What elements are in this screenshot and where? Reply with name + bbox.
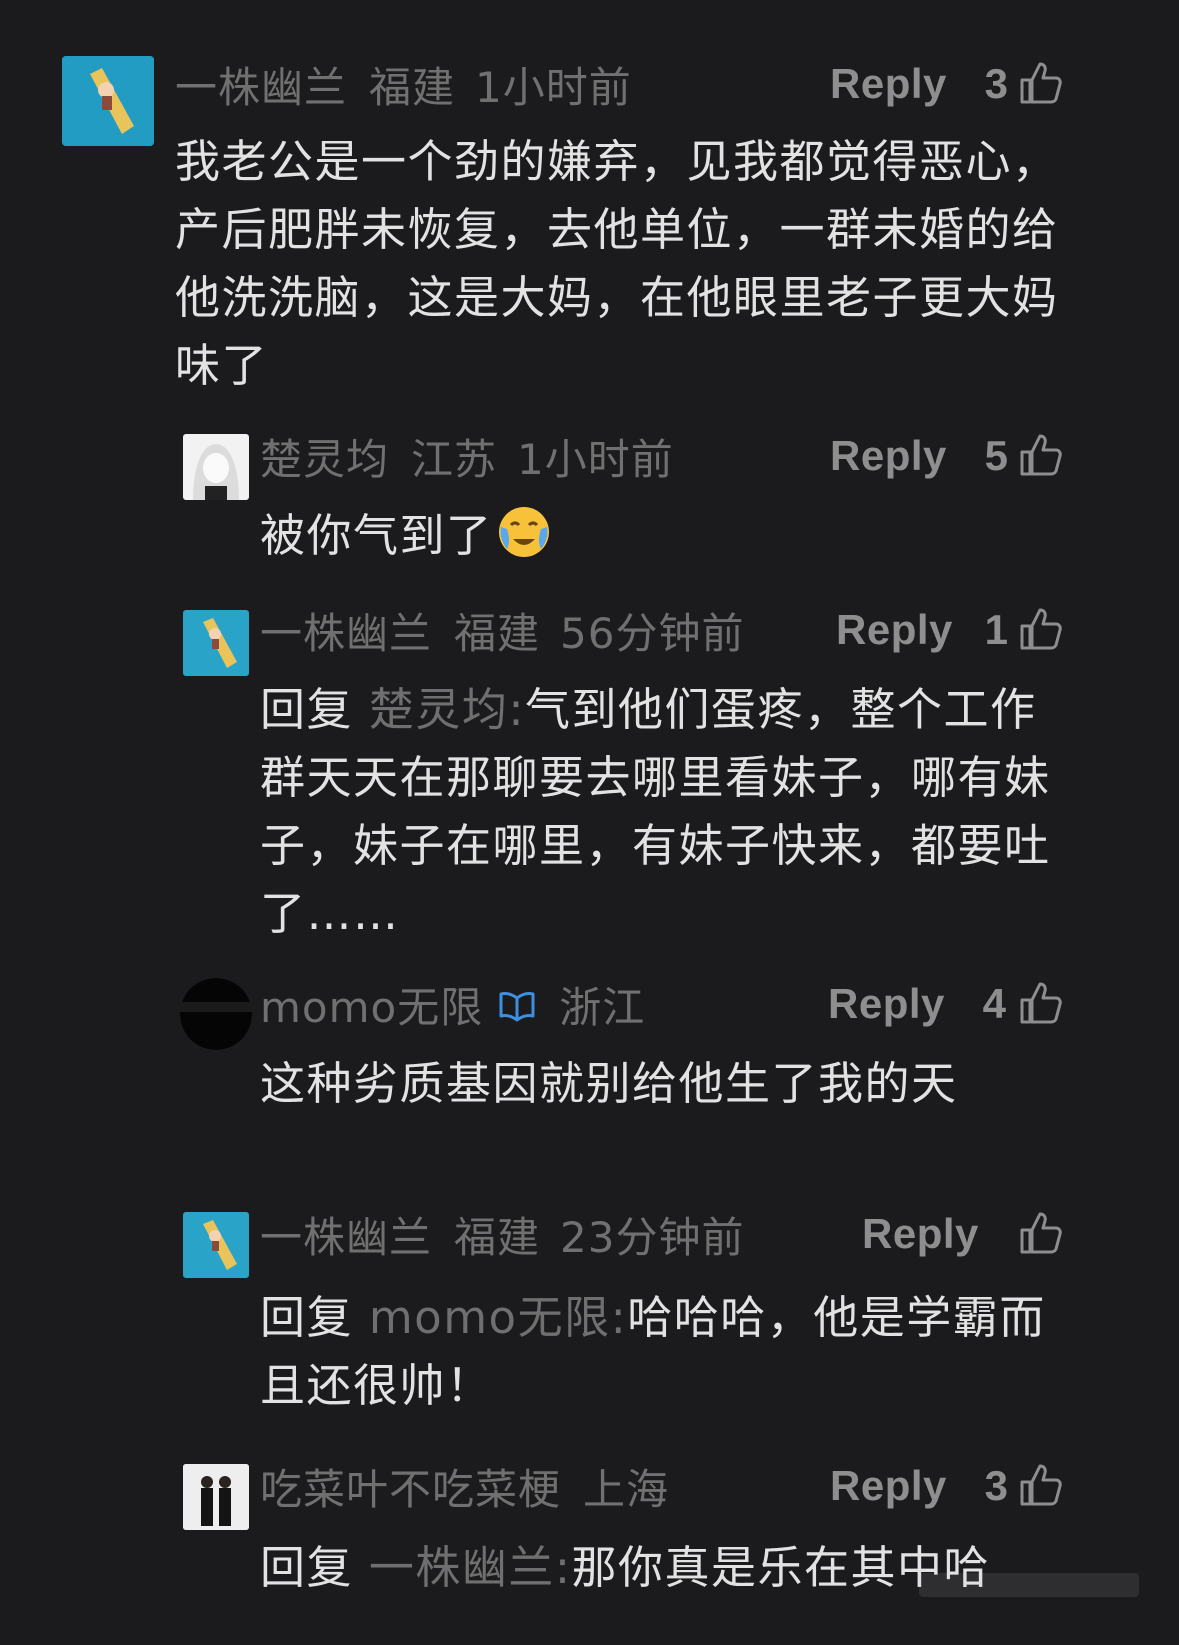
reply-button[interactable]: Reply bbox=[830, 428, 947, 484]
reply-button[interactable]: Reply bbox=[862, 1206, 979, 1262]
photo-avatar-icon bbox=[183, 1464, 249, 1530]
comment-body: 被你气到了 bbox=[260, 502, 1080, 570]
crying-face-emoji-icon bbox=[498, 507, 549, 557]
comment-meta: 一株幽兰 福建 1小时前 bbox=[175, 56, 632, 112]
avatar[interactable] bbox=[62, 56, 154, 146]
reply-button[interactable]: Reply bbox=[828, 976, 945, 1032]
reply-button[interactable]: Reply bbox=[830, 1458, 947, 1514]
reply-prefix: 回复 bbox=[260, 683, 354, 736]
black-circle-avatar-icon bbox=[180, 978, 252, 1050]
mention-link[interactable]: 楚灵均: bbox=[369, 683, 525, 736]
thumbs-up-icon[interactable] bbox=[1018, 980, 1064, 1026]
avatar[interactable] bbox=[183, 1212, 249, 1278]
like-count: 4 bbox=[982, 980, 1006, 1027]
reply-prefix: 回复 bbox=[260, 1541, 354, 1594]
username[interactable]: 吃菜叶不吃菜梗 bbox=[260, 1456, 561, 1517]
comment-line: 味了 bbox=[175, 339, 269, 392]
comment-line: 他洗洗脑，这是大妈，在他眼里老子更大妈 bbox=[175, 271, 1059, 324]
comment-line: 群天天在那聊要去哪里看妹子，哪有妹 bbox=[260, 751, 1051, 804]
comment-line: 回复 momo无限:哈哈哈，他是学霸而 bbox=[260, 1284, 1080, 1352]
comment-text: 哈哈哈，他是学霸而 bbox=[627, 1291, 1046, 1344]
like-count: 3 bbox=[984, 60, 1008, 107]
comment-line: 回复 楚灵均:气到他们蛋疼，整个工作 bbox=[260, 676, 1080, 744]
like-count: 3 bbox=[984, 1462, 1008, 1509]
timestamp: 56分钟前 bbox=[560, 608, 745, 658]
avatar[interactable] bbox=[183, 610, 249, 676]
comment-line: 了…… bbox=[260, 887, 400, 940]
comment-meta: 一株幽兰 福建 23分钟前 bbox=[260, 1206, 744, 1262]
timestamp: 23分钟前 bbox=[560, 1212, 745, 1262]
timestamp: 1小时前 bbox=[475, 62, 632, 112]
comment-text: 被你气到了 bbox=[260, 509, 493, 562]
cartoon-avatar-icon bbox=[183, 1212, 249, 1278]
thumbs-up-icon[interactable] bbox=[1018, 432, 1064, 478]
location: 福建 bbox=[454, 1212, 541, 1262]
username[interactable]: 一株幽兰 bbox=[175, 54, 347, 115]
avatar[interactable] bbox=[183, 1464, 249, 1530]
comment-meta: 一株幽兰 福建 56分钟前 bbox=[260, 602, 744, 658]
username[interactable]: 一株幽兰 bbox=[260, 1204, 432, 1265]
mention-link[interactable]: 一株幽兰: bbox=[369, 1541, 572, 1594]
comment-line: 我老公是一个劲的嫌弃，见我都觉得恶心， bbox=[175, 135, 1059, 188]
comment-line: 且还很帅！ bbox=[260, 1359, 493, 1412]
mention-link[interactable]: momo无限: bbox=[369, 1291, 627, 1344]
comment-body: 回复 楚灵均:气到他们蛋疼，整个工作 群天天在那聊要去哪里看妹子，哪有妹 子，妹… bbox=[260, 676, 1080, 948]
watermark-icon bbox=[919, 1573, 1139, 1597]
cartoon-avatar-icon bbox=[62, 56, 154, 146]
comment-body: 回复 momo无限:哈哈哈，他是学霸而 且还很帅！ bbox=[260, 1284, 1080, 1420]
username[interactable]: 一株幽兰 bbox=[260, 600, 432, 661]
comment-body: 我老公是一个劲的嫌弃，见我都觉得恶心， 产后肥胖未恢复，去他单位，一群未婚的给 … bbox=[175, 128, 1075, 400]
comment-text: 气到他们蛋疼，整个工作 bbox=[525, 683, 1037, 736]
comment-line: 产后肥胖未恢复，去他单位，一群未婚的给 bbox=[175, 203, 1059, 256]
avatar[interactable] bbox=[183, 434, 249, 500]
comment-body: 这种劣质基因就别给他生了我的天 bbox=[260, 1050, 1080, 1118]
thumbs-up-icon[interactable] bbox=[1018, 1462, 1064, 1508]
anime-girl-avatar-icon bbox=[183, 434, 249, 500]
thumbs-up-icon[interactable] bbox=[1018, 1210, 1064, 1256]
reply-button[interactable]: Reply bbox=[836, 602, 953, 658]
location: 福建 bbox=[369, 62, 456, 112]
comment-meta: 楚灵均 江苏 1小时前 bbox=[260, 428, 674, 484]
reply-button[interactable]: Reply bbox=[830, 56, 947, 112]
thumbs-up-icon[interactable] bbox=[1018, 606, 1064, 652]
like-count: 1 bbox=[984, 606, 1008, 653]
username[interactable]: momo无限 bbox=[260, 974, 483, 1035]
like-count: 5 bbox=[984, 432, 1008, 479]
location: 福建 bbox=[454, 608, 541, 658]
location: 浙江 bbox=[559, 982, 646, 1032]
avatar[interactable] bbox=[180, 978, 252, 1050]
comment-text: 这种劣质基因就别给他生了我的天 bbox=[260, 1057, 958, 1110]
verified-badge-icon bbox=[499, 992, 535, 1022]
cartoon-avatar-icon bbox=[183, 610, 249, 676]
comment-meta: momo无限 浙江 bbox=[260, 976, 645, 1032]
reply-prefix: 回复 bbox=[260, 1291, 354, 1344]
location: 江苏 bbox=[411, 434, 498, 484]
thumbs-up-icon[interactable] bbox=[1018, 60, 1064, 106]
location: 上海 bbox=[583, 1464, 670, 1514]
username[interactable]: 楚灵均 bbox=[260, 426, 389, 487]
comment-line: 子，妹子在哪里，有妹子快来，都要吐 bbox=[260, 819, 1051, 872]
timestamp: 1小时前 bbox=[517, 434, 674, 484]
comment-meta: 吃菜叶不吃菜梗 上海 bbox=[260, 1458, 669, 1514]
